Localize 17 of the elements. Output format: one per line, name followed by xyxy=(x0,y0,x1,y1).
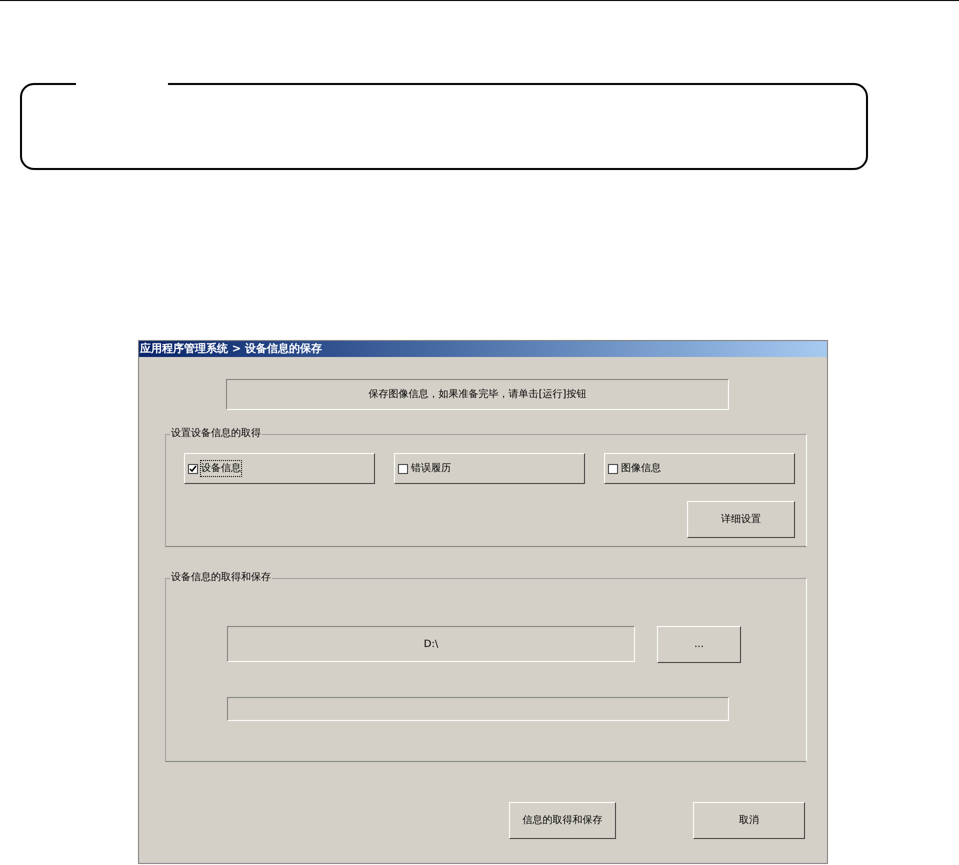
checkbox[interactable] xyxy=(608,464,618,474)
checkbox[interactable] xyxy=(398,464,408,474)
checkbox-label: 错误履历 xyxy=(411,462,451,476)
checkmark-icon xyxy=(189,464,197,472)
cancel-button[interactable]: 取消 xyxy=(693,802,805,839)
browse-button[interactable]: ... xyxy=(657,626,741,663)
path-field[interactable]: D:\ xyxy=(227,626,635,662)
checkbox-label: 设备信息 xyxy=(201,461,241,476)
checkbox[interactable] xyxy=(188,464,198,474)
acquire-save-button[interactable]: 信息的取得和保存 xyxy=(509,802,616,839)
checkbox-button[interactable]: 错误履历 xyxy=(394,453,585,484)
checkbox-label: 图像信息 xyxy=(621,462,661,476)
checkbox-button[interactable]: 设备信息 xyxy=(184,453,375,484)
checkbox-button[interactable]: 图像信息 xyxy=(604,453,795,484)
window-title: 应用程序管理系统 > 设备信息的保存 xyxy=(139,341,827,357)
detail-settings-button[interactable]: 详细设置 xyxy=(687,501,795,538)
message-field: 保存图像信息，如果准备完毕，请单击[运行]按钮 xyxy=(226,379,729,410)
